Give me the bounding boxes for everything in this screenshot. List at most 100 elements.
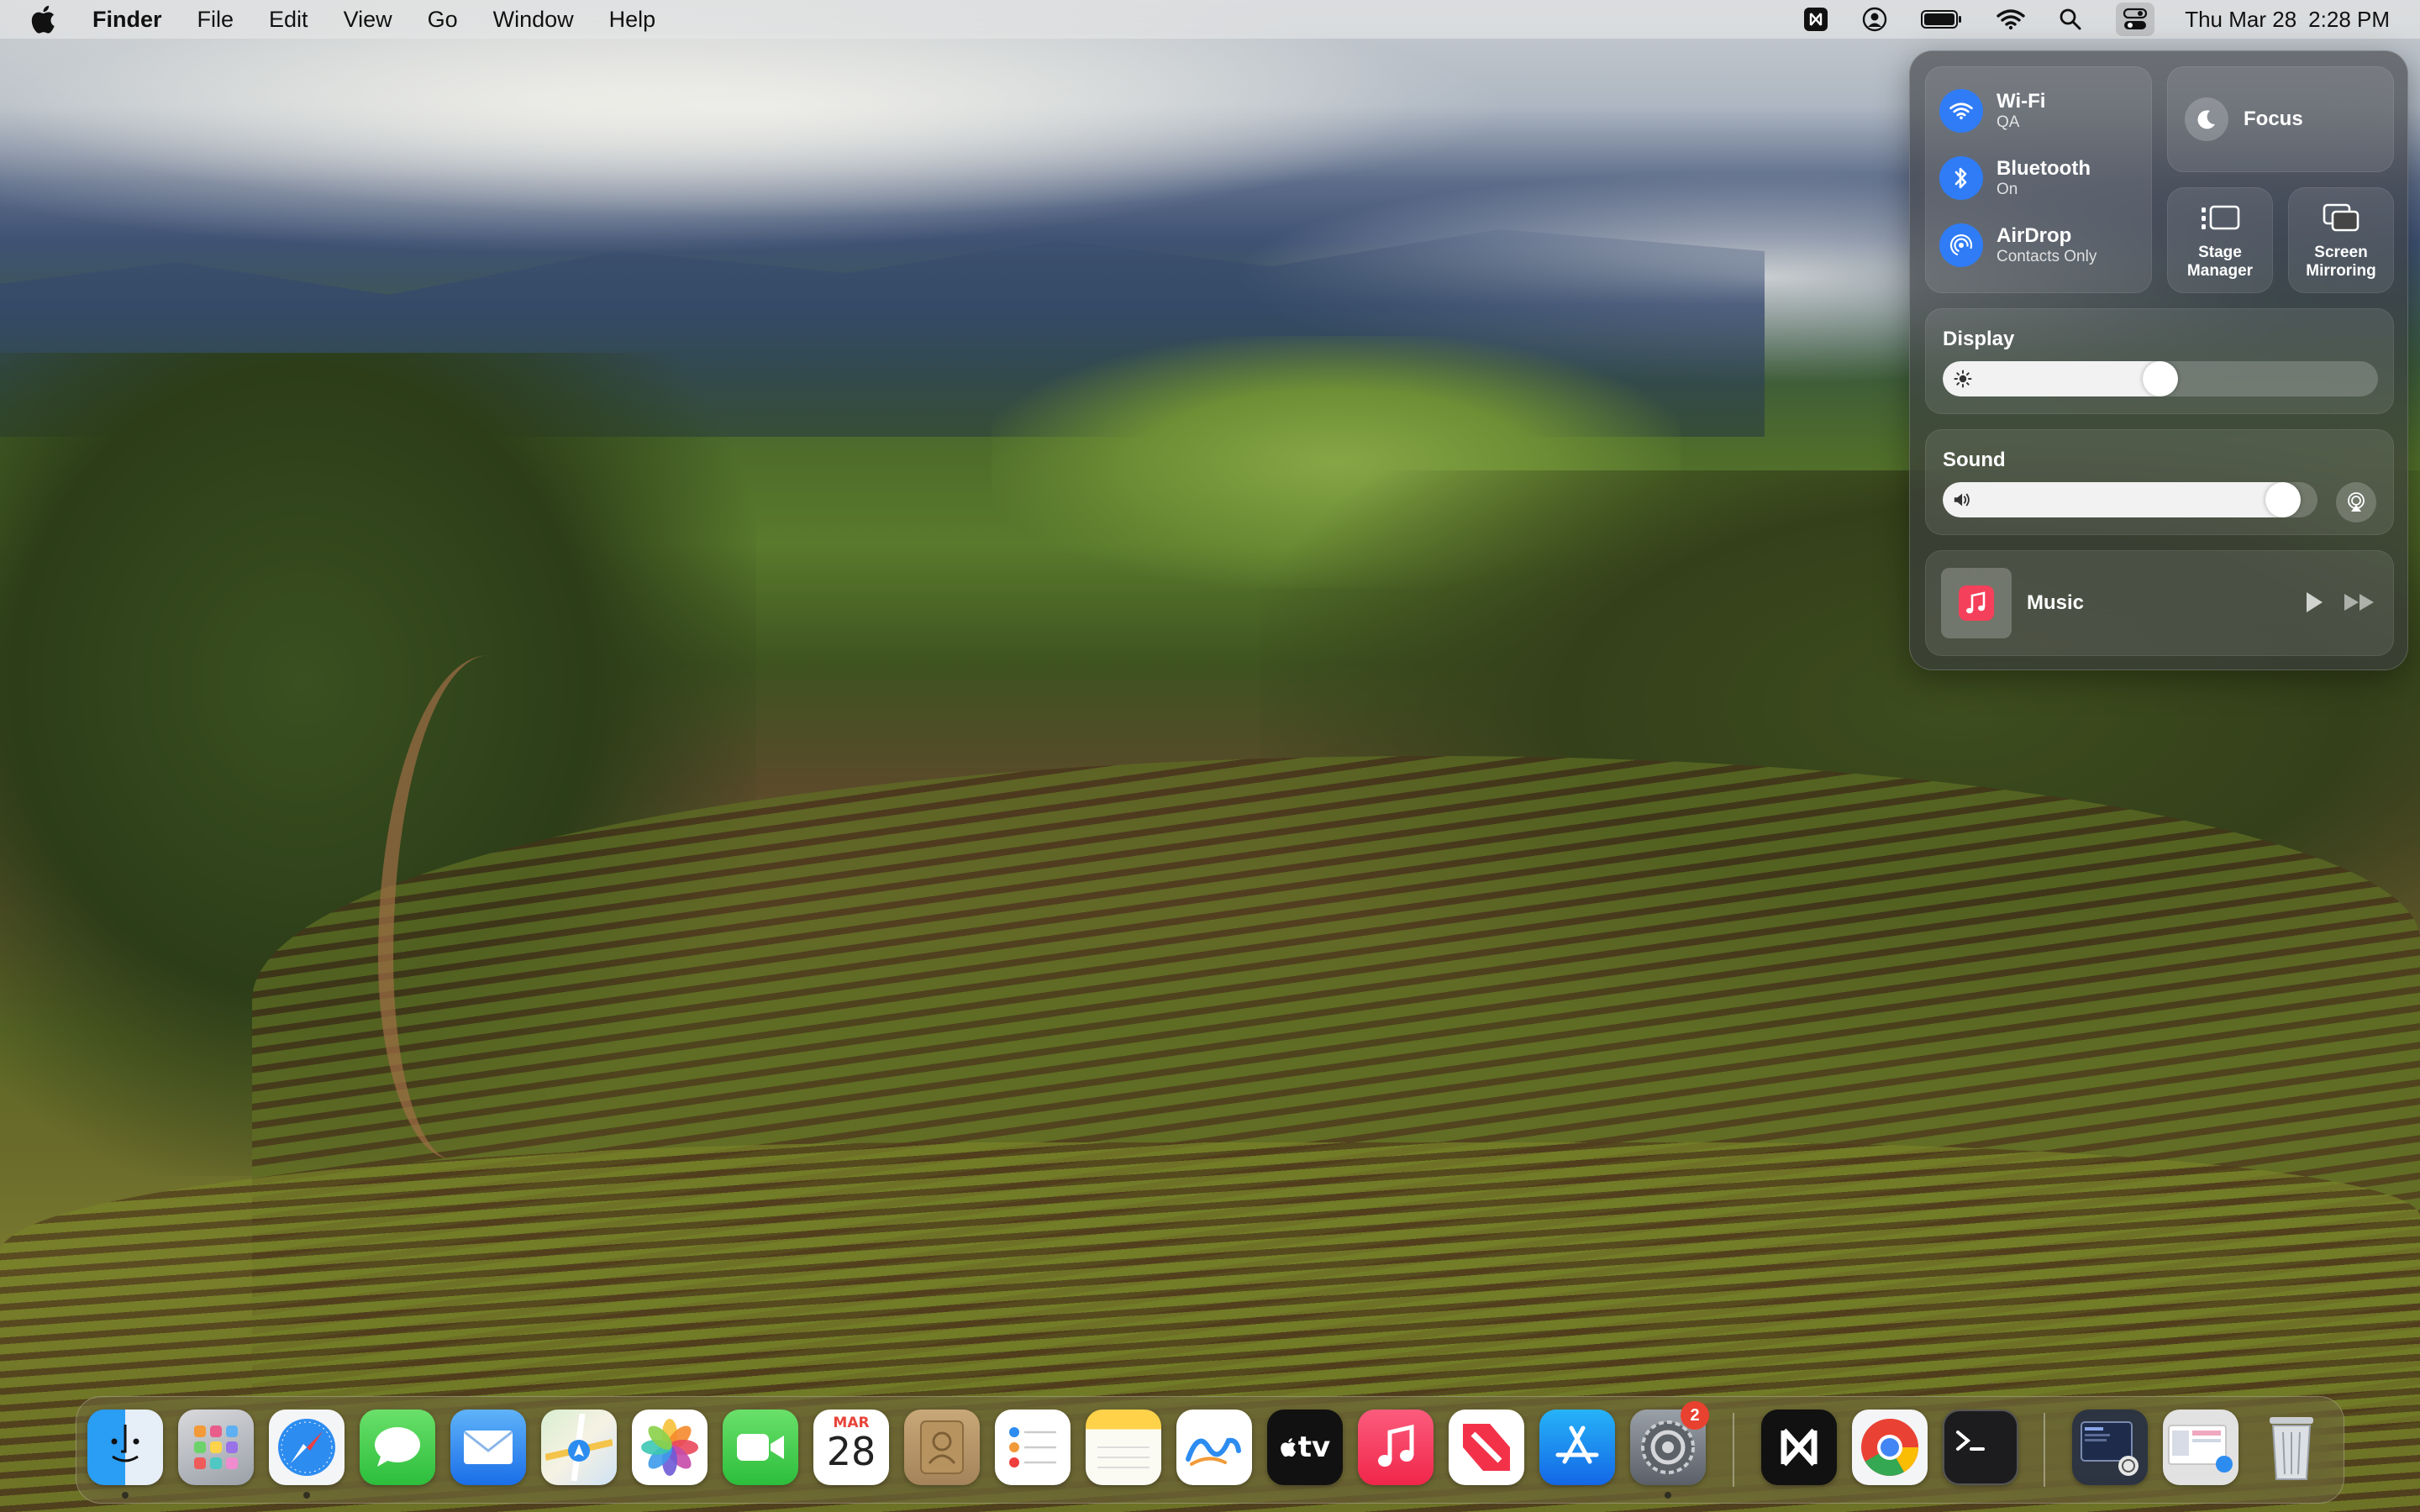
wallpaper-meadow bbox=[992, 336, 1681, 588]
volume-slider-knob[interactable] bbox=[2265, 482, 2301, 517]
airplay-audio-button[interactable] bbox=[2336, 482, 2376, 522]
moon-icon bbox=[2185, 97, 2228, 141]
display-slider-knob[interactable] bbox=[2143, 361, 2178, 396]
dock-separator bbox=[2044, 1413, 2045, 1487]
dock-documents-stack-icon[interactable] bbox=[2163, 1410, 2238, 1485]
bluetooth-row[interactable]: Bluetooth On bbox=[1939, 156, 2091, 200]
menu-go[interactable]: Go bbox=[428, 7, 458, 33]
wifi-label: Wi-Fi bbox=[1996, 90, 2046, 113]
music-artwork[interactable] bbox=[1941, 568, 2012, 638]
dock-freeform-icon[interactable] bbox=[1176, 1410, 1252, 1485]
dock-trash-icon[interactable] bbox=[2254, 1410, 2329, 1485]
user-account-icon[interactable] bbox=[1862, 3, 1887, 36]
menu-bar-clock[interactable]: Thu Mar 28 2:28 PM bbox=[2185, 7, 2390, 33]
volume-slider-fill bbox=[1943, 482, 2283, 517]
wallpaper-clouds bbox=[0, 34, 1512, 218]
dock-safari-icon[interactable] bbox=[269, 1410, 345, 1485]
wallpaper-mountains bbox=[0, 229, 1765, 437]
sound-tile: Sound bbox=[1925, 429, 2394, 535]
display-tile: Display bbox=[1925, 308, 2394, 414]
stage-manager-icon bbox=[2199, 204, 2241, 237]
bluetooth-icon[interactable] bbox=[1939, 156, 1983, 200]
wallpaper-dirt-road bbox=[378, 655, 563, 1159]
airdrop-row[interactable]: AirDrop Contacts Only bbox=[1939, 223, 2096, 267]
next-track-button[interactable] bbox=[2343, 591, 2376, 617]
stage-manager-tile[interactable]: Stage Manager bbox=[2167, 187, 2273, 293]
dock-photos-icon[interactable] bbox=[632, 1410, 708, 1485]
stage-manager-label-line2: Manager bbox=[2186, 262, 2254, 280]
menu-file[interactable]: File bbox=[197, 7, 234, 33]
dock-finder-icon[interactable] bbox=[87, 1410, 163, 1485]
wifi-network-name: QA bbox=[1996, 113, 2020, 131]
dock-contacts-icon[interactable] bbox=[904, 1410, 980, 1485]
dock-separator bbox=[1733, 1413, 1734, 1487]
airdrop-status: Contacts Only bbox=[1996, 248, 2097, 265]
display-title: Display bbox=[1943, 328, 2015, 350]
focus-tile[interactable]: Focus bbox=[2167, 66, 2394, 172]
now-playing-title: Music bbox=[2027, 591, 2085, 614]
display-brightness-slider[interactable] bbox=[1943, 361, 2378, 396]
wifi-menu-icon[interactable] bbox=[1996, 3, 2025, 36]
dock-calendar-icon[interactable]: MAR 28 bbox=[813, 1410, 889, 1485]
spotlight-search-icon[interactable] bbox=[2059, 3, 2082, 36]
control-center-panel: Wi-Fi QA Bluetooth On AirDrop Contacts O… bbox=[1909, 50, 2408, 670]
dock-running-indicator bbox=[303, 1492, 310, 1499]
screen-mirroring-icon bbox=[2322, 202, 2360, 237]
dock-tv-icon[interactable]: tv bbox=[1267, 1410, 1343, 1485]
calendar-day: 28 bbox=[826, 1429, 876, 1474]
clock-date: Thu Mar 28 bbox=[2185, 6, 2297, 32]
dock-terminal-icon[interactable] bbox=[1943, 1410, 2018, 1485]
menu-help[interactable]: Help bbox=[609, 7, 656, 33]
apple-menu-icon[interactable] bbox=[30, 5, 62, 34]
dock-mail-icon[interactable] bbox=[450, 1410, 526, 1485]
bluetooth-status: On bbox=[1996, 181, 2018, 198]
wallpaper-vineyard bbox=[252, 756, 2420, 1428]
menu-window[interactable]: Window bbox=[493, 7, 574, 33]
play-icon bbox=[2307, 592, 2323, 612]
dock-news-icon[interactable] bbox=[1449, 1410, 1524, 1485]
wifi-row[interactable]: Wi-Fi QA bbox=[1939, 89, 2045, 133]
now-playing-tile: Music bbox=[1925, 550, 2394, 656]
clock-time: 2:28 PM bbox=[2308, 6, 2390, 32]
dock-messages-icon[interactable] bbox=[360, 1410, 435, 1485]
bluetooth-label: Bluetooth bbox=[1996, 157, 2091, 180]
menu-edit[interactable]: Edit bbox=[269, 7, 308, 33]
dock-notes-icon[interactable] bbox=[1086, 1410, 1161, 1485]
focus-label: Focus bbox=[2244, 108, 2303, 130]
volume-slider[interactable] bbox=[1943, 482, 2317, 517]
menu-app-name[interactable]: Finder bbox=[92, 7, 162, 33]
airplay-audio-icon bbox=[2348, 492, 2365, 512]
dock-perplexity-icon[interactable] bbox=[1761, 1410, 1837, 1485]
play-button[interactable] bbox=[2302, 590, 2326, 619]
dock-reminders-icon[interactable] bbox=[995, 1410, 1071, 1485]
dock-running-indicator bbox=[122, 1492, 129, 1499]
stage-manager-label-line1: Stage bbox=[2198, 244, 2242, 261]
airdrop-icon[interactable] bbox=[1939, 223, 1983, 267]
menu-bar-right: Thu Mar 28 2:28 PM bbox=[1770, 0, 2390, 39]
fast-forward-icon bbox=[2344, 594, 2374, 611]
sound-title: Sound bbox=[1943, 449, 2006, 471]
tv-label: tv bbox=[1297, 1431, 1331, 1464]
dock-music-icon[interactable] bbox=[1358, 1410, 1434, 1485]
wifi-icon[interactable] bbox=[1939, 89, 1983, 133]
dock-launchpad-icon[interactable] bbox=[178, 1410, 254, 1485]
menu-view[interactable]: View bbox=[344, 7, 392, 33]
dock-facetime-icon[interactable] bbox=[723, 1410, 798, 1485]
screen-mirroring-tile[interactable]: Screen Mirroring bbox=[2288, 187, 2394, 293]
music-app-icon bbox=[1959, 585, 1994, 621]
connectivity-tile: Wi-Fi QA Bluetooth On AirDrop Contacts O… bbox=[1925, 66, 2152, 293]
dock-maps-icon[interactable] bbox=[541, 1410, 617, 1485]
settings-notification-badge: 2 bbox=[1681, 1401, 1709, 1430]
battery-icon[interactable] bbox=[1921, 3, 1963, 36]
display-slider-fill bbox=[1943, 361, 2160, 396]
control-center-icon[interactable] bbox=[2116, 3, 2155, 36]
perplexity-menu-icon[interactable] bbox=[1803, 3, 1828, 36]
dock-downloads-stack-icon[interactable] bbox=[2072, 1410, 2148, 1485]
menu-bar-left: Finder File Edit View Go Window Help bbox=[0, 0, 691, 39]
wallpaper-forest-left bbox=[0, 353, 756, 1176]
speaker-icon bbox=[1953, 490, 1973, 510]
dock-app-store-icon[interactable] bbox=[1539, 1410, 1615, 1485]
screen-mirroring-label-line2: Mirroring bbox=[2306, 262, 2376, 280]
brightness-icon bbox=[1953, 369, 1973, 389]
dock-chrome-icon[interactable] bbox=[1852, 1410, 1928, 1485]
